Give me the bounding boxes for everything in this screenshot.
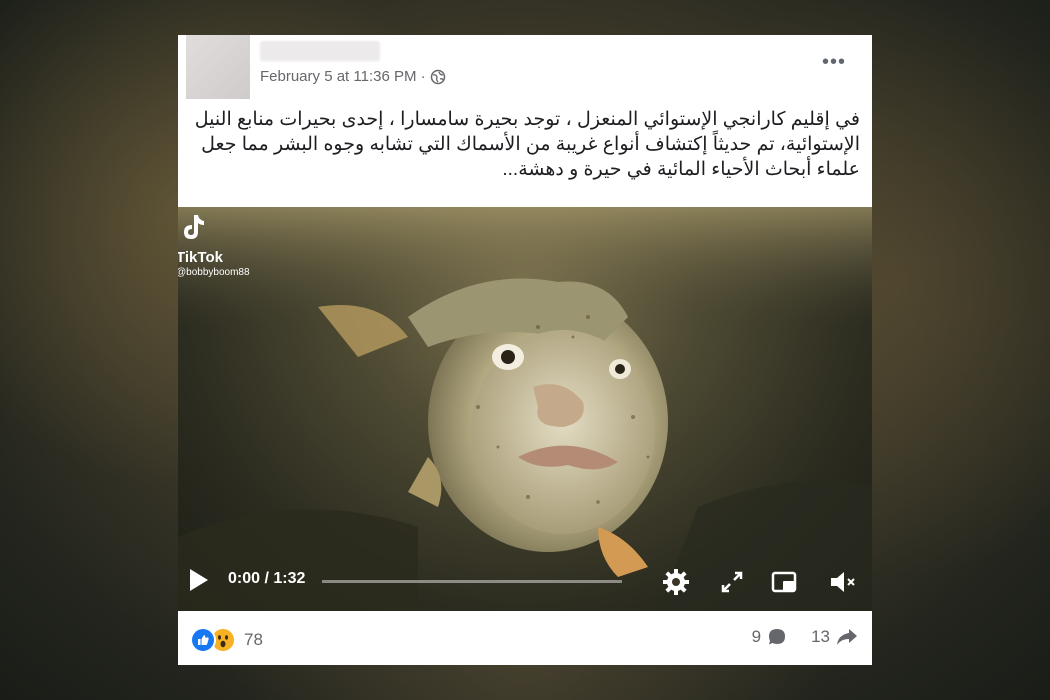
comment-icon[interactable]: [767, 627, 787, 647]
share-icon[interactable]: [836, 627, 858, 647]
facebook-post-card: February 5 at 11:36 PM · ••• في إقليم كا…: [178, 35, 872, 665]
post-text: في إقليم كارانجي الإستوائي المنعزل ، توج…: [194, 109, 860, 180]
post-header: February 5 at 11:36 PM · •••: [178, 35, 872, 101]
settings-gear-icon[interactable]: [660, 566, 692, 598]
video-time: 0:00 / 1:32: [228, 570, 306, 587]
tiktok-brand: TikTok: [178, 249, 223, 266]
video-player[interactable]: TikTok @bobbyboom88 0:00 / 1:32: [178, 207, 872, 611]
post-timestamp[interactable]: February 5 at 11:36 PM ·: [260, 68, 426, 85]
more-dots-icon[interactable]: •••: [822, 52, 846, 72]
avatar[interactable]: [186, 35, 250, 99]
reaction-count: 78: [244, 630, 263, 649]
globe-icon[interactable]: [430, 69, 446, 85]
post-meta: February 5 at 11:36 PM ·: [260, 68, 446, 85]
tiktok-logo-icon: [184, 215, 204, 239]
like-reaction-icon: [190, 627, 216, 653]
progress-bar[interactable]: [322, 580, 622, 583]
play-icon[interactable]: [190, 569, 208, 591]
mute-icon[interactable]: [826, 566, 858, 598]
share-count[interactable]: 13: [811, 627, 830, 647]
fullscreen-icon[interactable]: [716, 566, 748, 598]
tiktok-handle: @bobbyboom88: [178, 267, 250, 278]
comment-count[interactable]: 9: [752, 627, 761, 647]
video-controls: 0:00 / 1:32: [178, 553, 872, 611]
post-footer: 78 9 13: [178, 611, 872, 665]
post-stats: 9 13: [752, 627, 858, 647]
video-frame-fish: [178, 207, 872, 611]
picture-in-picture-icon[interactable]: [768, 566, 800, 598]
author-name-redacted[interactable]: [260, 41, 380, 61]
reactions-summary[interactable]: 78: [190, 627, 263, 653]
